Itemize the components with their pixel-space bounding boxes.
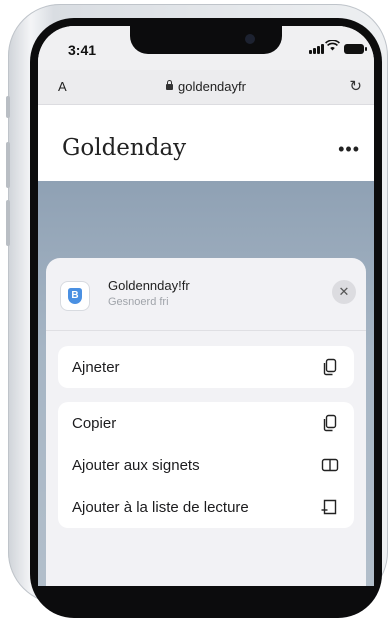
lock-icon bbox=[166, 80, 174, 90]
battery-icon bbox=[344, 44, 367, 54]
url-field[interactable]: goldendayfr bbox=[38, 79, 374, 94]
action-copier[interactable]: Copier bbox=[58, 402, 354, 444]
book-icon bbox=[321, 458, 339, 472]
close-button[interactable]: ✕ bbox=[332, 280, 356, 304]
shield-icon: B bbox=[68, 288, 82, 304]
volume-up-button bbox=[6, 142, 10, 188]
action-label: Ajneter bbox=[72, 359, 120, 376]
site-header: Goldenday ••• bbox=[38, 105, 374, 181]
more-menu-icon[interactable]: ••• bbox=[338, 139, 360, 160]
share-subtitle: Gesnoerd fri bbox=[108, 296, 169, 308]
address-bar[interactable]: A goldendayfr ↻ bbox=[38, 70, 374, 105]
phone-screen: 3:41 A goldendayfr ↻ Goldenday ••• B Gol… bbox=[38, 26, 374, 586]
signal-icon bbox=[309, 44, 324, 54]
action-label: Copier bbox=[72, 415, 117, 432]
share-sheet: B Goldennday!fr Gesnoerd fri ✕ Ajneter C… bbox=[46, 258, 366, 586]
volume-down-button bbox=[6, 200, 10, 246]
status-bar: 3:41 bbox=[38, 26, 374, 70]
action-ajouter-liste-lecture[interactable]: Ajouter à la liste de lecture bbox=[58, 486, 354, 528]
top-action-card: Ajneter bbox=[58, 346, 354, 388]
action-ajneter[interactable]: Ajneter bbox=[58, 346, 354, 388]
status-time: 3:41 bbox=[68, 42, 97, 58]
action-ajouter-signets[interactable]: Ajouter aux signets bbox=[58, 444, 354, 486]
phone-frame: 3:41 A goldendayfr ↻ Goldenday ••• B Gol… bbox=[6, 4, 388, 618]
action-label: Ajouter à la liste de lecture bbox=[72, 499, 249, 516]
divider bbox=[46, 330, 366, 331]
wifi-icon bbox=[325, 39, 340, 54]
reload-icon[interactable]: ↻ bbox=[349, 77, 362, 95]
camera-icon bbox=[245, 34, 255, 44]
silent-switch bbox=[6, 96, 10, 118]
copy-icon bbox=[323, 358, 337, 376]
share-sheet-header: B Goldennday!fr Gesnoerd fri ✕ bbox=[46, 258, 366, 324]
share-title: Goldennday!fr bbox=[108, 278, 190, 293]
reading-list-icon bbox=[321, 499, 337, 515]
site-title: Goldenday bbox=[62, 135, 187, 161]
action-label: Ajouter aux signets bbox=[72, 457, 200, 474]
url-text: goldendayfr bbox=[178, 79, 246, 94]
actions-card: Copier Ajouter aux signets Ajouter à la … bbox=[58, 402, 354, 528]
copy-icon bbox=[323, 414, 337, 432]
app-icon: B bbox=[60, 281, 90, 311]
notch bbox=[130, 26, 282, 54]
